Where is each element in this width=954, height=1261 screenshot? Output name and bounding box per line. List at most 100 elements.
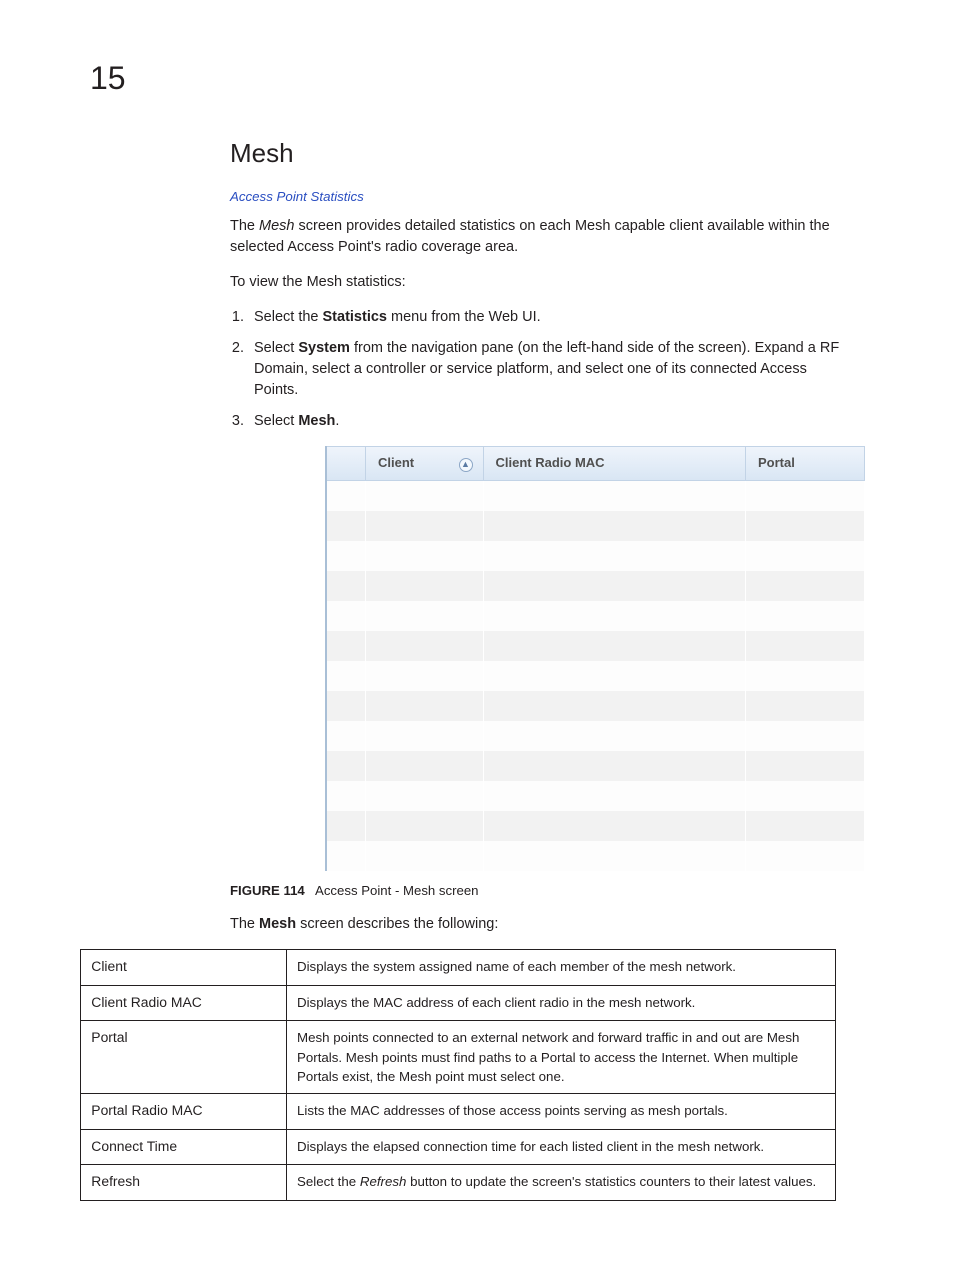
steps-list: Select the Statistics menu from the Web …	[230, 307, 854, 432]
figure-114: Client ▲ Client Radio MAC Portal	[325, 446, 865, 871]
table-cell	[746, 751, 865, 781]
desc-row: Connect TimeDisplays the elapsed connect…	[81, 1129, 836, 1165]
table-cell	[746, 511, 865, 541]
figure-caption: FIGURE 114 Access Point - Mesh screen	[230, 881, 854, 900]
table-cell	[746, 541, 865, 571]
desc-definition: Lists the MAC addresses of those access …	[287, 1094, 836, 1130]
table-row[interactable]	[327, 691, 865, 721]
table-cell	[484, 841, 747, 871]
sort-asc-icon[interactable]: ▲	[459, 458, 473, 472]
step2-bold: System	[298, 340, 350, 356]
table-cell	[366, 511, 484, 541]
table-cell	[484, 511, 747, 541]
table-cell	[366, 481, 484, 511]
table-cell	[484, 751, 747, 781]
table-cell	[746, 571, 865, 601]
desc-def-em: Refresh	[360, 1174, 407, 1189]
step-1: Select the Statistics menu from the Web …	[248, 307, 854, 328]
table-cell	[327, 721, 366, 751]
table-row[interactable]	[327, 511, 865, 541]
column-header-portal[interactable]: Portal	[746, 446, 865, 481]
table-row[interactable]	[327, 751, 865, 781]
table-cell	[366, 691, 484, 721]
describes-pre: The	[230, 916, 259, 932]
figure-label: FIGURE 114	[230, 883, 305, 898]
table-row[interactable]	[327, 661, 865, 691]
column-header-checkbox[interactable]	[327, 446, 366, 481]
desc-term: Connect Time	[81, 1129, 283, 1165]
table-row[interactable]	[327, 781, 865, 811]
step3-bold: Mesh	[298, 413, 335, 429]
table-cell	[366, 541, 484, 571]
step2-pre: Select	[254, 340, 298, 356]
table-cell	[746, 631, 865, 661]
table-cell	[746, 811, 865, 841]
table-cell	[484, 601, 747, 631]
table-cell	[484, 481, 747, 511]
desc-row: Client Radio MACDisplays the MAC address…	[81, 985, 836, 1021]
table-cell	[746, 601, 865, 631]
table-row[interactable]	[327, 601, 865, 631]
desc-term: Portal Radio MAC	[81, 1094, 283, 1130]
section-title: Mesh	[230, 135, 854, 173]
table-cell	[327, 691, 366, 721]
step3-pre: Select	[254, 413, 298, 429]
table-row[interactable]	[327, 571, 865, 601]
table-cell	[484, 691, 747, 721]
table-cell	[484, 541, 747, 571]
table-cell	[484, 811, 747, 841]
table-row[interactable]	[327, 721, 865, 751]
desc-term: Refresh	[81, 1165, 283, 1201]
table-cell	[366, 841, 484, 871]
intro-paragraph: The Mesh screen provides detailed statis…	[230, 216, 854, 258]
table-cell	[746, 481, 865, 511]
desc-row: RefreshSelect the Refresh button to upda…	[81, 1165, 836, 1201]
table-row[interactable]	[327, 541, 865, 571]
describes-para: The Mesh screen describes the following:	[230, 914, 854, 935]
table-row[interactable]	[327, 811, 865, 841]
table-cell	[746, 841, 865, 871]
breadcrumb-link[interactable]: Access Point Statistics	[230, 187, 854, 206]
table-row[interactable]	[327, 481, 865, 511]
desc-definition: Select the Refresh button to update the …	[287, 1165, 836, 1201]
desc-def-post: button to update the screen's statistics…	[406, 1174, 816, 1189]
table-cell	[746, 721, 865, 751]
desc-definition: Displays the system assigned name of eac…	[287, 950, 836, 986]
desc-definition: Displays the MAC address of each client …	[287, 985, 836, 1021]
table-cell	[484, 781, 747, 811]
table-cell	[327, 781, 366, 811]
table-row[interactable]	[327, 631, 865, 661]
describes-bold: Mesh	[259, 916, 296, 932]
table-cell	[366, 601, 484, 631]
desc-definition: Mesh points connected to an external net…	[287, 1021, 836, 1094]
desc-row: Portal Radio MACLists the MAC addresses …	[81, 1094, 836, 1130]
step1-bold: Statistics	[323, 309, 387, 325]
column-header-client-radio-mac[interactable]: Client Radio MAC	[484, 446, 747, 481]
view-intro: To view the Mesh statistics:	[230, 272, 854, 293]
intro-text-post: screen provides detailed statistics on e…	[230, 218, 830, 255]
step1-post: menu from the Web UI.	[387, 309, 541, 325]
table-cell	[366, 811, 484, 841]
column-header-client[interactable]: Client ▲	[366, 446, 484, 481]
intro-text-pre: The	[230, 218, 259, 234]
table-cell	[484, 631, 747, 661]
desc-row: PortalMesh points connected to an extern…	[81, 1021, 836, 1094]
desc-term: Client	[81, 950, 283, 986]
content-body: Mesh Access Point Statistics The Mesh sc…	[230, 135, 854, 1201]
table-cell	[327, 541, 366, 571]
page: 15 Mesh Access Point Statistics The Mesh…	[0, 0, 954, 1261]
table-row[interactable]	[327, 841, 865, 871]
desc-row: ClientDisplays the system assigned name …	[81, 950, 836, 986]
table-cell	[327, 481, 366, 511]
table-cell	[366, 781, 484, 811]
desc-term: Client Radio MAC	[81, 985, 283, 1021]
chapter-number: 15	[90, 55, 126, 101]
table-cell	[484, 661, 747, 691]
mesh-table-body	[327, 481, 865, 871]
column-header-client-label: Client	[378, 455, 414, 470]
mesh-table: Client ▲ Client Radio MAC Portal	[325, 446, 865, 871]
step-3: Select Mesh.	[248, 411, 854, 432]
step1-pre: Select the	[254, 309, 323, 325]
table-cell	[366, 631, 484, 661]
table-cell	[746, 691, 865, 721]
